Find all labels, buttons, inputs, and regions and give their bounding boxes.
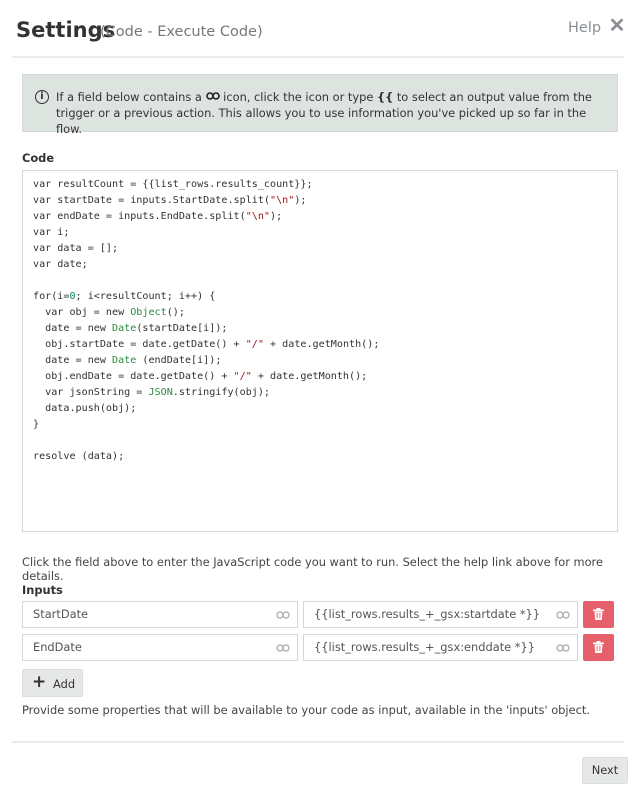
dialog-header: Settings (Code - Execute Code) Help ✕	[0, 0, 640, 60]
code-line: var i;	[33, 227, 70, 238]
header-divider	[12, 56, 624, 58]
inputs-hint: Provide some properties that will be ava…	[22, 703, 590, 717]
code-label: Code	[22, 151, 55, 165]
input-value-field[interactable]: {{list_rows.results_+_gsx:startdate *}}	[303, 601, 578, 628]
page-subtitle: (Code - Execute Code)	[100, 24, 263, 40]
dynamic-value-icon[interactable]	[276, 635, 290, 662]
code-line: var jsonString = JSON.stringify(obj);	[33, 387, 271, 398]
code-line: var resultCount = {{list_rows.results_co…	[33, 179, 313, 190]
code-line: }	[33, 419, 40, 430]
delete-input-button[interactable]	[583, 601, 614, 628]
delete-input-button[interactable]	[583, 634, 614, 661]
code-content[interactable]: var resultCount = {{list_rows.results_co…	[33, 177, 607, 465]
add-label: Add	[53, 677, 76, 691]
code-line: var obj = new Object();	[33, 307, 185, 318]
info-text-part1: If a field below contains a	[56, 90, 206, 104]
info-icon: i	[35, 90, 49, 104]
code-line: obj.endDate = date.getDate() + "/" + dat…	[33, 371, 368, 382]
add-input-button[interactable]: + Add	[22, 669, 83, 697]
code-line: for(i=0; i<resultCount; i++) {	[33, 291, 216, 302]
brace-token: {{	[377, 90, 394, 104]
help-link[interactable]: Help	[568, 20, 601, 36]
code-line: date = new Date(startDate[i]);	[33, 323, 228, 334]
dynamic-value-icon[interactable]	[556, 635, 570, 662]
plus-icon: +	[32, 672, 47, 692]
dynamic-value-icon[interactable]	[276, 602, 290, 629]
input-name-text: EndDate	[33, 640, 82, 654]
input-name-text: StartDate	[33, 607, 89, 621]
input-name-field[interactable]: StartDate	[22, 601, 298, 628]
dynamic-value-icon	[205, 89, 220, 105]
info-banner: i If a field below contains a icon, clic…	[22, 74, 618, 136]
code-line: resolve (data);	[33, 451, 125, 462]
code-line: date = new Date (endDate[i]);	[33, 355, 222, 366]
close-icon[interactable]: ✕	[606, 14, 628, 38]
input-value-text: {{list_rows.results_+_gsx:startdate *}}	[314, 607, 541, 621]
code-line: var data = [];	[33, 243, 119, 254]
input-value-text: {{list_rows.results_+_gsx:enddate *}}	[314, 640, 535, 654]
info-text: If a field below contains a icon, click …	[56, 89, 606, 137]
footer-divider	[12, 741, 624, 743]
code-line: var date;	[33, 259, 88, 270]
code-line: obj.startDate = date.getDate() + "/" + d…	[33, 339, 380, 350]
code-line: data.push(obj);	[33, 403, 137, 414]
code-line: var startDate = inputs.StartDate.split("…	[33, 195, 307, 206]
trash-icon	[593, 641, 604, 653]
inputs-label: Inputs	[22, 583, 63, 597]
input-value-field[interactable]: {{list_rows.results_+_gsx:enddate *}}	[303, 634, 578, 661]
code-hint: Click the field above to enter the JavaS…	[22, 555, 603, 583]
input-name-field[interactable]: EndDate	[22, 634, 298, 661]
dynamic-value-icon[interactable]	[556, 602, 570, 629]
trash-icon	[593, 608, 604, 620]
code-editor[interactable]: var resultCount = {{list_rows.results_co…	[22, 170, 618, 532]
next-button[interactable]: Next	[582, 757, 628, 784]
info-text-part2: icon, click the icon or type	[219, 90, 377, 104]
code-line: var endDate = inputs.EndDate.split("\n")…	[33, 211, 283, 222]
